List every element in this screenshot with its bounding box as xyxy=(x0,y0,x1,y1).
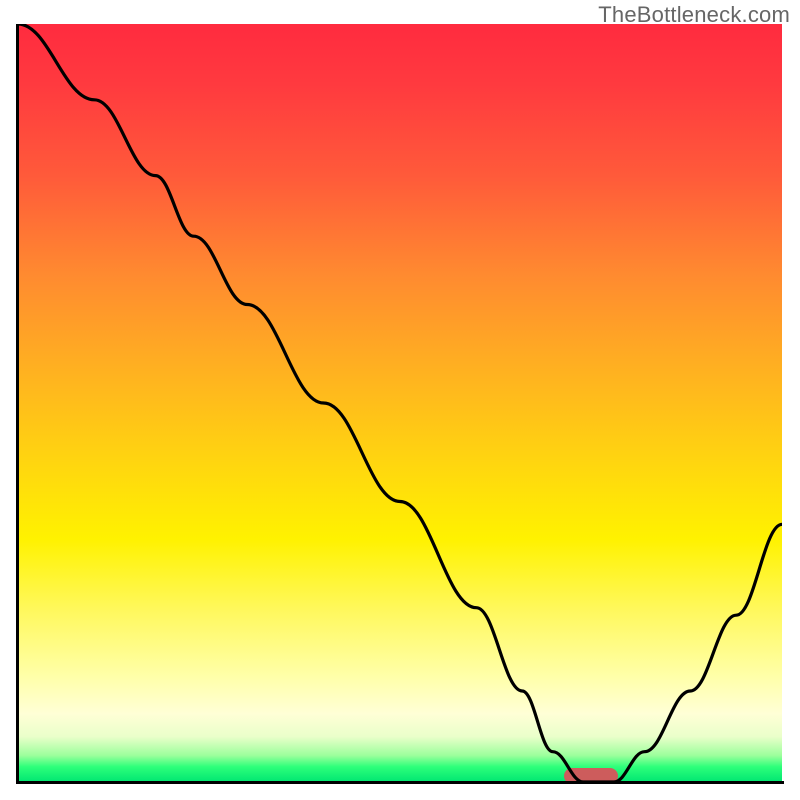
bottleneck-curve xyxy=(18,24,782,782)
plot-area xyxy=(18,24,782,782)
y-axis xyxy=(16,24,19,784)
curve-path xyxy=(18,24,782,782)
bottleneck-chart: TheBottleneck.com xyxy=(0,0,800,800)
watermark-text: TheBottleneck.com xyxy=(598,2,790,28)
x-axis xyxy=(16,781,784,784)
